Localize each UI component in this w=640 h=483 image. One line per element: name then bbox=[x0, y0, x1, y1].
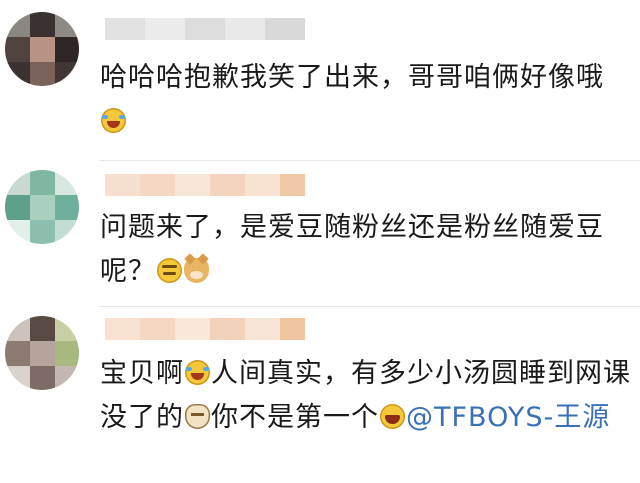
grin-icon bbox=[380, 404, 405, 429]
comment-text-part: 哈哈哈抱歉我笑了出来，哥哥咱俩好像哦 bbox=[100, 62, 604, 93]
username-blurred[interactable] bbox=[105, 174, 305, 196]
comment-item: 问题来了，是爱豆随粉丝还是粉丝随爱豆呢？ bbox=[0, 160, 640, 310]
comment-item: 哈哈哈抱歉我笑了出来，哥哥咱俩好像哦 bbox=[0, 0, 640, 150]
username-blurred[interactable] bbox=[105, 18, 305, 40]
comment-text: 宝贝啊 人间真实，有多少小汤圆睡到网课没了的 你不是第一个 @TFBOYS-王源 bbox=[100, 352, 636, 440]
comment-text: 问题来了，是爱豆随粉丝还是粉丝随爱豆呢？ bbox=[100, 206, 620, 294]
username-blurred[interactable] bbox=[105, 318, 305, 340]
comment-text-part: 宝贝啊 bbox=[100, 358, 184, 389]
laugh-cry-icon bbox=[101, 108, 126, 133]
avatar[interactable] bbox=[5, 12, 79, 86]
mention-link[interactable]: @TFBOYS-王源 bbox=[406, 402, 610, 433]
avatar[interactable] bbox=[5, 170, 79, 244]
comment-item: 宝贝啊 人间真实，有多少小汤圆睡到网课没了的 你不是第一个 @TFBOYS-王源 bbox=[0, 306, 640, 483]
comment-text-part: 你不是第一个 bbox=[211, 402, 379, 433]
cat-icon bbox=[185, 404, 210, 429]
comment-text: 哈哈哈抱歉我笑了出来，哥哥咱俩好像哦 bbox=[100, 56, 620, 144]
smirk-icon bbox=[157, 258, 182, 283]
laugh-cry-icon bbox=[185, 360, 210, 385]
doge-icon bbox=[184, 258, 209, 283]
avatar[interactable] bbox=[5, 316, 79, 390]
